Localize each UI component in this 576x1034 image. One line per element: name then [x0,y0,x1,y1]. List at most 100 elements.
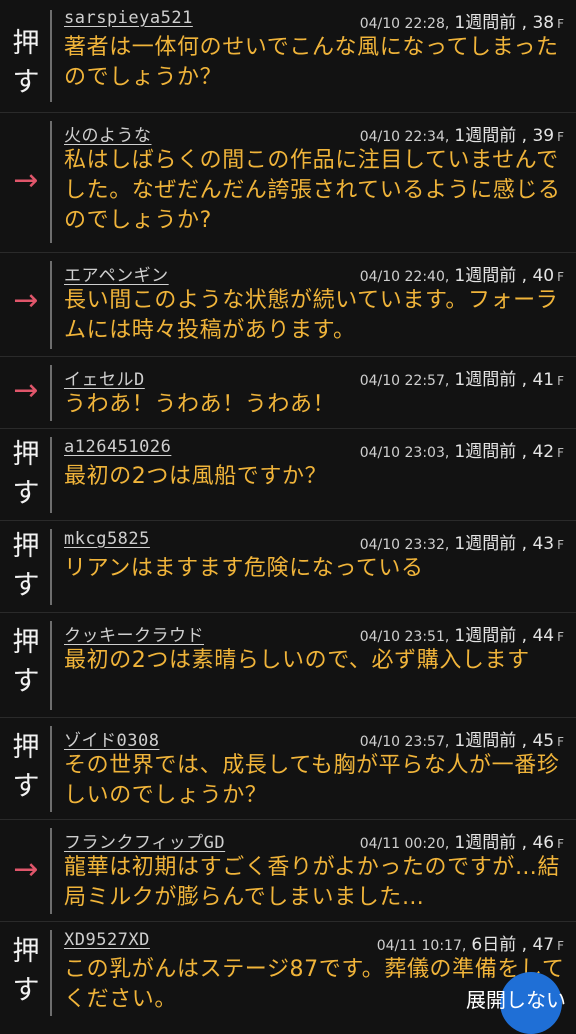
floor-unit: F [557,446,564,460]
floor-unit: F [557,837,564,851]
floor-number: 40 [532,266,555,286]
comment-time: 04/10 23:32, [359,537,450,553]
floor-number: 41 [532,370,555,390]
push-mark: 押 す [12,936,40,1006]
comment-item: → エアペンギン 04/10 22:40, 1週間前 , 40 F 長い間このよう… [0,253,576,357]
comment-time: 04/11 00:20, [359,836,450,852]
floor-unit: F [557,270,564,284]
floor-unit: F [557,630,564,644]
comment-text: 龍華は初期はすごく香りがよかったのですが…結局ミルクが膨らんでしまいました… [64,855,561,910]
comment-time: 04/10 22:28, [359,16,450,32]
comment-text: 最初の2つは素晴らしいので、必ず購入します [64,648,530,673]
username-link[interactable]: mkcg5825 [64,529,150,549]
username-link[interactable]: 火のような [64,121,152,146]
comment-meta: 04/10 23:32, 1週間前 , 43 F [359,534,564,554]
comment-time: 04/10 22:57, [359,373,450,389]
username-link[interactable]: sarspieya521 [64,8,193,28]
comment-item: 押 す ゾイド0308 04/10 23:57, 1週間前 , 45 F その世界… [0,718,576,820]
comment-time: 04/11 10:17, [376,938,467,954]
arrow-mark: → [13,373,39,408]
comment-relative-time: 1週間前 [454,442,517,462]
username-link[interactable]: フランクフィップGD [64,828,225,853]
divider-bar [50,10,52,102]
divider-bar [50,726,52,812]
divider-bar [50,828,52,914]
comment-time: 04/10 22:40, [359,269,450,285]
divider-bar [50,261,52,349]
push-mark: 押 す [12,627,40,697]
comment-item: → 火のような 04/10 22:34, 1週間前 , 39 F 私はしばらくの間… [0,113,576,253]
comment-relative-time: 1週間前 [454,534,517,554]
comment-relative-time: 1週間前 [454,370,517,390]
comment-text: リアンはますます危険になっている [64,556,424,581]
floor-number: 43 [532,534,555,554]
comment-item: → フランクフィップGD 04/11 00:20, 1週間前 , 46 F 龍華は… [0,820,576,922]
push-mark: 押 す [12,531,40,601]
expand-toggle-button[interactable]: 展開しない [466,984,566,1013]
comment-time: 04/10 22:34, [359,129,450,145]
username-link[interactable]: イェセルD [64,365,145,390]
divider-bar [50,529,52,605]
comment-time: 04/10 23:03, [359,445,450,461]
comment-meta: 04/10 22:28, 1週間前 , 38 F [359,13,564,33]
comment-meta: 04/10 22:40, 1週間前 , 40 F [359,266,564,286]
floor-number: 39 [532,126,555,146]
comment-text: うわあ！うわあ！うわあ！ [64,392,336,417]
floor-number: 46 [532,833,555,853]
comment-item: 押 す a126451026 04/10 23:03, 1週間前 , 42 F 最… [0,429,576,521]
arrow-mark: → [13,163,39,198]
floor-number: 44 [532,626,555,646]
floor-unit: F [557,735,564,749]
comment-time: 04/10 23:57, [359,734,450,750]
username-link[interactable]: エアペンギン [64,261,169,286]
comment-text: 長い間このような状態が続いています。フォーラムには時々投稿があります。 [64,288,559,343]
username-link[interactable]: a126451026 [64,437,171,457]
floor-unit: F [557,17,564,31]
comment-relative-time: 1週間前 [454,13,517,33]
floor-unit: F [557,538,564,552]
divider-bar [50,437,52,513]
comment-item: 押 す sarspieya521 04/10 22:28, 1週間前 , 38 F… [0,0,576,113]
username-link[interactable]: ゾイド0308 [64,726,159,751]
username-link[interactable]: クッキークラウド [64,621,204,646]
comment-meta: 04/10 23:03, 1週間前 , 42 F [359,442,564,462]
comment-relative-time: 1週間前 [454,833,517,853]
floor-number: 42 [532,442,555,462]
comment-text: 最初の2つは風船ですか？ [64,464,328,489]
comment-time: 04/10 23:51, [359,629,450,645]
comment-meta: 04/11 10:17, 6日前 , 47 F [376,935,564,955]
comment-meta: 04/11 00:20, 1週間前 , 46 F [359,833,564,853]
floor-unit: F [557,130,564,144]
comment-relative-time: 6日前 [471,935,517,955]
comment-item: 押 す mkcg5825 04/10 23:32, 1週間前 , 43 F リアン… [0,521,576,613]
push-mark: 押 す [12,439,40,509]
floor-number: 45 [532,731,555,751]
username-link[interactable]: XD9527XD [64,930,150,950]
comment-meta: 04/10 23:51, 1週間前 , 44 F [359,626,564,646]
comment-text: 私はしばらくの間この作品に注目していませんでした。なぜだんだん誇張されているよう… [64,148,561,233]
arrow-mark: → [13,852,39,887]
comment-list: 押 す sarspieya521 04/10 22:28, 1週間前 , 38 F… [0,0,576,1024]
comment-relative-time: 1週間前 [454,266,517,286]
divider-bar [50,621,52,710]
comment-relative-time: 1週間前 [454,731,517,751]
comment-text: 著者は一体何のせいでこんな風になってしまったのでしょうか？ [64,35,559,90]
push-mark: 押 す [12,28,40,98]
floor-unit: F [557,939,564,953]
push-mark: 押 す [12,732,40,802]
divider-bar [50,365,52,421]
comment-meta: 04/10 23:57, 1週間前 , 45 F [359,731,564,751]
floor-number: 47 [532,935,555,955]
comment-relative-time: 1週間前 [454,626,517,646]
divider-bar [50,121,52,243]
floor-number: 38 [532,13,555,33]
comment-meta: 04/10 22:57, 1週間前 , 41 F [359,370,564,390]
arrow-mark: → [13,283,39,318]
comment-meta: 04/10 22:34, 1週間前 , 39 F [359,126,564,146]
comment-text: その世界では、成長しても胸が平らな人が一番珍しいのでしょうか？ [64,753,560,808]
comment-item: → イェセルD 04/10 22:57, 1週間前 , 41 F うわあ！うわあ！… [0,357,576,429]
comment-relative-time: 1週間前 [454,126,517,146]
comment-item: 押 す クッキークラウド 04/10 23:51, 1週間前 , 44 F 最初の… [0,613,576,718]
divider-bar [50,930,52,1016]
floor-unit: F [557,374,564,388]
